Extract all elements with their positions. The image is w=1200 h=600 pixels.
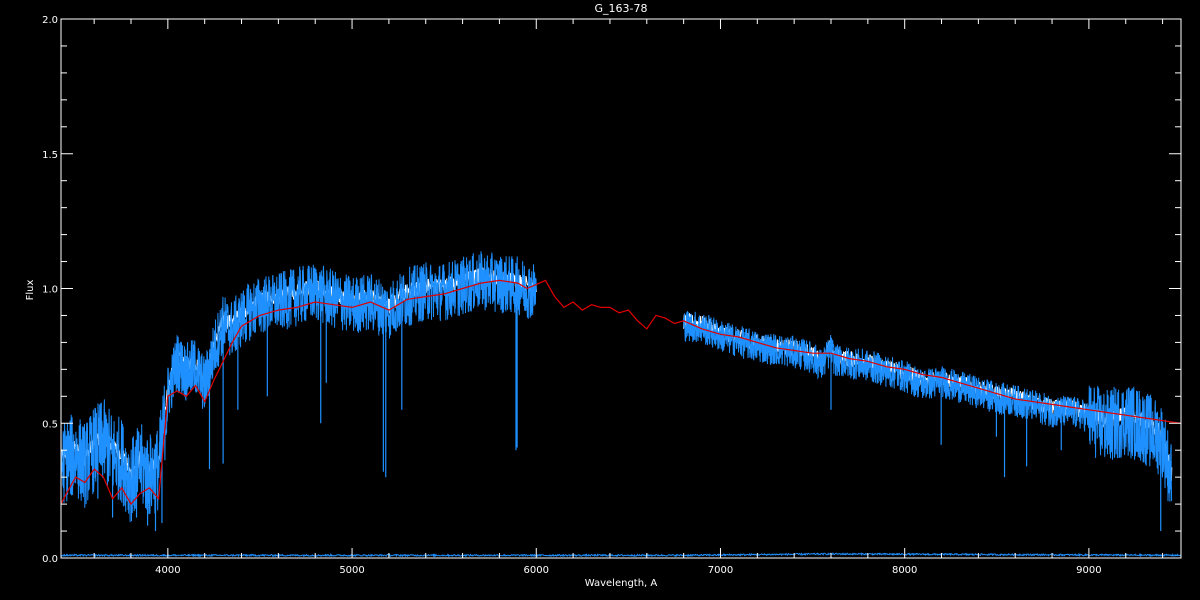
y-tick-label: 1.0 (42, 285, 58, 296)
chart-background (0, 0, 1200, 600)
y-tick-label: 2.0 (42, 15, 58, 26)
y-tick-label: 0.5 (42, 419, 58, 430)
y-tick-label: 0.0 (42, 554, 58, 565)
y-tick-label: 1.5 (42, 150, 58, 161)
x-axis-label: Wavelength, A (585, 578, 658, 589)
x-tick-label: 5000 (339, 565, 364, 576)
x-tick-label: 9000 (1076, 565, 1101, 576)
x-tick-label: 7000 (708, 565, 733, 576)
y-axis-label: Flux (25, 280, 36, 301)
chart-title: G_163-78 (595, 2, 648, 15)
x-tick-label: 8000 (892, 565, 917, 576)
x-tick-label: 4000 (155, 565, 180, 576)
spectrum-chart: G_163-78 Wavelength, A Flux 4000 5000 6000… (0, 0, 1200, 600)
x-tick-label: 6000 (524, 565, 549, 576)
